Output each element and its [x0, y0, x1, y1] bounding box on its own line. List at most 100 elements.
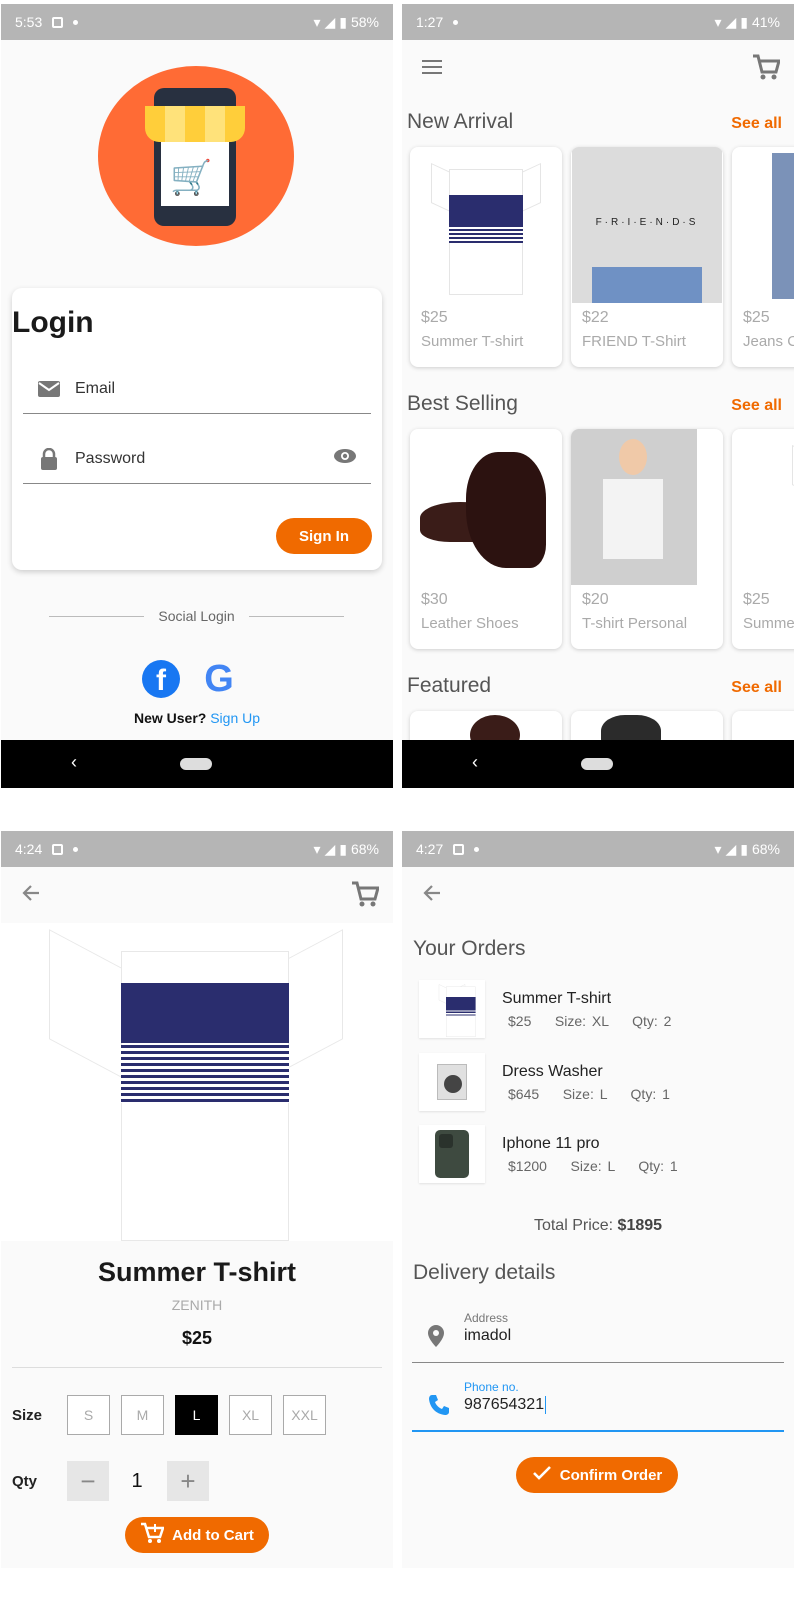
login-screen: 5:53 ▾ ◢ ▮ 58% 🛒 Login Email Password Sign … [1, 4, 393, 788]
total-value: $1895 [617, 1217, 663, 1234]
lock-icon [23, 447, 75, 470]
google-icon[interactable]: G [200, 660, 238, 698]
home-nav-pill[interactable] [180, 758, 212, 770]
signup-row: New User? Sign Up [1, 710, 393, 726]
product-image [1, 923, 393, 1241]
address-field[interactable]: Address imadol [412, 1305, 784, 1363]
wifi-icon: ▾ [714, 840, 722, 857]
size-selector: S M L XL XXL [67, 1395, 326, 1435]
product-price: $25 [743, 591, 770, 608]
battery-level: 41% [751, 14, 780, 30]
password-field[interactable]: Password [23, 434, 371, 484]
phone-label: Phone no. [464, 1380, 519, 1394]
product-name: Leather Shoes [421, 615, 519, 632]
product-image: F·R·I·E·N·D·S [571, 147, 723, 303]
battery-icon: ▮ [339, 13, 347, 30]
product-card[interactable]: $25 Summer T-shirt [410, 147, 562, 367]
back-arrow-icon[interactable] [422, 883, 442, 908]
cart-icon[interactable] [351, 881, 380, 912]
home-screen: 1:27 ▾ ◢ ▮ 41% New Arrival See all $25 Summ… [402, 4, 794, 788]
product-card[interactable]: $30 Leather Shoes [410, 429, 562, 649]
phone-field[interactable]: Phone no. 987654321 [412, 1374, 784, 1432]
battery-level: 58% [350, 14, 379, 30]
size-label: Size [12, 1407, 43, 1424]
gallery-icon [52, 16, 64, 28]
size-option-m[interactable]: M [121, 1395, 164, 1435]
product-price: $25 [181, 1328, 213, 1348]
order-name: Iphone 11 pro [502, 1135, 600, 1152]
size-option-xl[interactable]: XL [229, 1395, 272, 1435]
signal-icon: ◢ [725, 13, 737, 30]
battery-icon: ▮ [740, 840, 748, 857]
product-price: $20 [582, 591, 609, 608]
product-card[interactable]: $25 Summe [732, 429, 794, 649]
signal-icon: ◢ [725, 840, 737, 857]
product-title: Summer T-shirt [97, 1257, 297, 1287]
add-to-cart-button[interactable]: Add to Cart [125, 1517, 269, 1553]
battery-icon: ▮ [339, 840, 347, 857]
divider [12, 1367, 382, 1368]
product-image [410, 147, 562, 303]
qty-increase-button[interactable]: + [167, 1461, 209, 1501]
wifi-icon: ▾ [714, 13, 722, 30]
battery-icon: ▮ [740, 13, 748, 30]
product-detail-screen: 4:24 ▾ ◢ ▮ 68% Summer T-shirt ZENITH $25 Si… [1, 831, 393, 1568]
see-all-new-arrival[interactable]: See all [731, 115, 782, 133]
see-all-best-selling[interactable]: See all [731, 397, 782, 415]
order-item[interactable]: Iphone 11 pro $1200 Size: L Qty: 1 [419, 1125, 779, 1185]
visibility-icon[interactable] [333, 448, 357, 469]
notification-dot-icon [453, 19, 459, 25]
product-name: Summer T-shirt [421, 333, 524, 350]
order-name: Summer T-shirt [502, 990, 612, 1007]
password-placeholder: Password [75, 449, 146, 467]
product-name: T-shirt Personal [582, 615, 688, 632]
orders-screen: 4:27 ▾ ◢ ▮ 68% Your Orders Summer T-shirt $… [402, 831, 794, 1568]
notification-dot-icon [73, 19, 79, 25]
status-bar: 4:24 ▾ ◢ ▮ 68% [1, 831, 393, 867]
total-price: Total Price: $1895 [402, 1217, 794, 1235]
order-image [419, 1053, 485, 1111]
sign-in-button[interactable]: Sign In [276, 518, 372, 554]
phone-value: 987654321 [464, 1396, 545, 1414]
add-cart-icon [140, 1522, 165, 1548]
back-arrow-icon[interactable] [21, 883, 41, 908]
product-card[interactable]: $20 T-shirt Personal [571, 429, 723, 649]
friends-print: F·R·I·E·N·D·S [595, 217, 699, 228]
facebook-icon[interactable]: f [142, 660, 180, 698]
confirm-order-button[interactable]: Confirm Order [516, 1457, 678, 1493]
size-option-l[interactable]: L [175, 1395, 218, 1435]
wifi-icon: ▾ [313, 13, 321, 30]
back-nav-icon[interactable]: ‹ [472, 752, 478, 773]
cart-icon[interactable] [752, 54, 781, 85]
order-item[interactable]: Summer T-shirt $25 Size: XL Qty: 2 [419, 980, 779, 1040]
status-bar: 1:27 ▾ ◢ ▮ 41% [402, 4, 794, 40]
phone-icon [428, 1394, 450, 1421]
product-card[interactable]: F·R·I·E·N·D·S $22 FRIEND T-Shirt [571, 147, 723, 367]
product-card[interactable]: $25 Jeans C [732, 147, 794, 367]
confirm-order-label: Confirm Order [559, 1466, 663, 1484]
add-to-cart-label: Add to Cart [172, 1526, 254, 1544]
see-all-featured[interactable]: See all [731, 679, 782, 697]
size-option-xxl[interactable]: XXL [283, 1395, 326, 1435]
sign-up-link[interactable]: Sign Up [210, 710, 260, 726]
order-item[interactable]: Dress Washer $645 Size: L Qty: 1 [419, 1053, 779, 1113]
back-nav-icon[interactable]: ‹ [71, 752, 77, 773]
app-bar [402, 40, 794, 96]
signal-icon: ◢ [324, 840, 336, 857]
mail-icon [23, 380, 75, 397]
awning-illustration [145, 106, 245, 142]
email-placeholder: Email [75, 379, 116, 397]
size-option-s[interactable]: S [67, 1395, 110, 1435]
order-image [419, 980, 485, 1038]
order-image [419, 1125, 485, 1183]
home-nav-pill[interactable] [581, 758, 613, 770]
phone-input[interactable]: 987654321 [464, 1396, 547, 1414]
status-time: 4:24 [15, 841, 43, 857]
system-nav-bar: ‹ [1, 740, 393, 788]
menu-icon[interactable] [422, 60, 442, 74]
qty-decrease-button[interactable]: − [67, 1461, 109, 1501]
section-title-best-selling: Best Selling [407, 392, 518, 415]
product-image [732, 429, 794, 585]
wifi-icon: ▾ [313, 840, 321, 857]
email-field[interactable]: Email [23, 364, 371, 414]
